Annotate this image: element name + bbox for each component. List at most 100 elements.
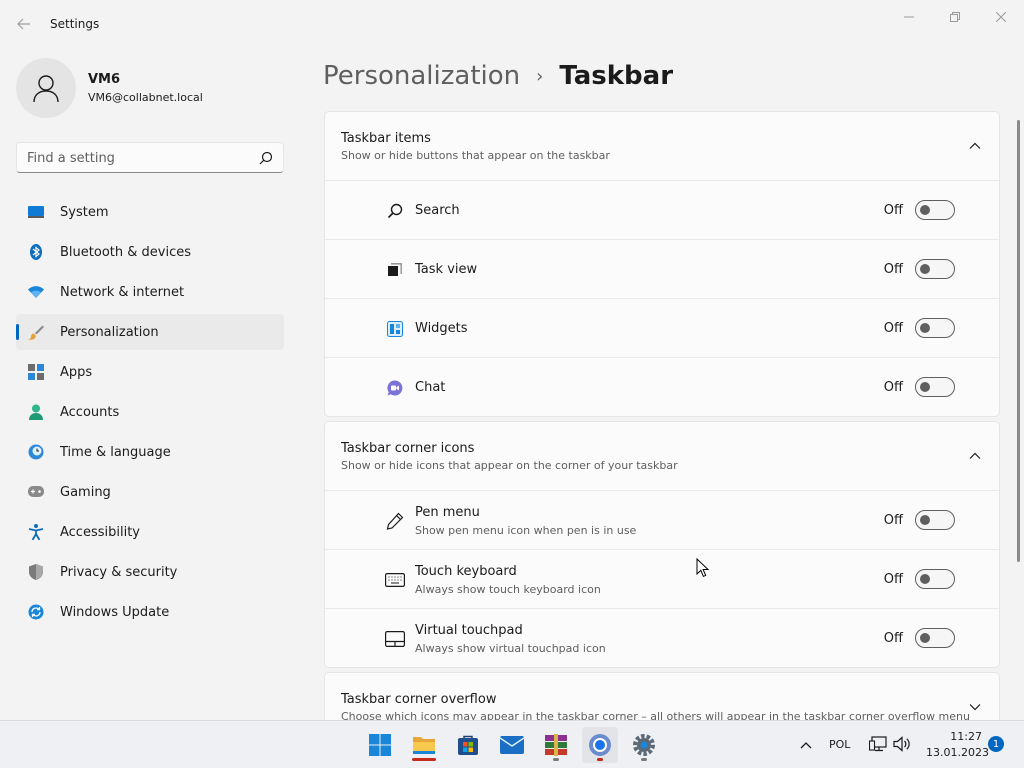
toggle-knob (920, 205, 930, 215)
start-icon (369, 734, 391, 756)
pen-menu-toggle[interactable] (915, 510, 955, 530)
touchpad-icon (385, 629, 405, 649)
taskbar-corner-icons-section: Taskbar corner icons Show or hide icons … (324, 421, 1000, 668)
sidebar-item-label: Apps (60, 364, 93, 380)
clock-time[interactable]: 11:27 (930, 730, 982, 743)
minimize-icon (904, 16, 914, 18)
sidebar-item-windows-update[interactable]: Windows Update (16, 594, 284, 630)
toggle-knob (920, 633, 930, 643)
sidebar-item-accessibility[interactable]: Accessibility (16, 514, 284, 550)
keyboard-icon (385, 570, 405, 590)
taskbar-winrar[interactable] (538, 727, 574, 763)
sidebar-nav: System Bluetooth & devices Network & int… (16, 194, 284, 634)
input-language-indicator[interactable]: POL (829, 738, 850, 751)
restore-icon (950, 12, 960, 22)
setting-label: Virtual touchpad (415, 623, 523, 638)
setting-label: Touch keyboard (415, 564, 517, 579)
taskbar-file-explorer[interactable] (406, 727, 442, 763)
content-scrollbar[interactable] (1017, 120, 1020, 562)
file-explorer-icon (413, 737, 435, 754)
settings-icon (633, 734, 655, 756)
breadcrumb-parent-link[interactable]: Personalization (323, 61, 520, 91)
bluetooth-icon (28, 244, 44, 260)
show-hidden-icons-button[interactable] (796, 735, 816, 755)
sidebar-item-label: Network & internet (60, 284, 185, 300)
sidebar-item-bluetooth[interactable]: Bluetooth & devices (16, 234, 284, 270)
toggle-knob (920, 264, 930, 274)
search-icon (259, 151, 273, 165)
network-tray-button[interactable] (869, 735, 887, 753)
section-title: Taskbar items (341, 131, 431, 146)
sidebar-item-label: Windows Update (60, 604, 170, 620)
pen-icon (385, 511, 405, 531)
sidebar-item-time-language[interactable]: Time & language (16, 434, 284, 470)
mail-icon (500, 736, 524, 754)
back-arrow-icon (17, 18, 30, 30)
widgets-toggle[interactable] (915, 318, 955, 338)
sidebar-item-label: Time & language (60, 444, 171, 460)
sidebar-item-label: Bluetooth & devices (60, 244, 191, 260)
setting-row-task-view: Task view Off (325, 239, 999, 298)
toggle-knob (920, 323, 930, 333)
chat-icon (385, 378, 405, 398)
toggle-knob (920, 574, 930, 584)
system-icon (28, 204, 44, 220)
accounts-icon (28, 404, 44, 420)
search-box[interactable] (16, 142, 284, 173)
running-indicator (412, 758, 436, 761)
sidebar-item-label: Gaming (60, 484, 111, 500)
clock-globe-icon (28, 444, 44, 460)
breadcrumb: Personalization › Taskbar (323, 58, 673, 94)
virtual-touchpad-toggle[interactable] (915, 628, 955, 648)
search-input[interactable] (27, 149, 247, 167)
taskbar-chrome[interactable] (582, 727, 618, 763)
sidebar-item-personalization[interactable]: Personalization (16, 314, 284, 350)
setting-row-widgets: Widgets Off (325, 298, 999, 357)
sidebar-item-network[interactable]: Network & internet (16, 274, 284, 310)
volume-tray-button[interactable] (893, 735, 911, 753)
chevron-up-icon (969, 452, 981, 459)
setting-description: Show pen menu icon when pen is in use (415, 524, 637, 537)
toggle-knob (920, 515, 930, 525)
apps-icon (28, 364, 44, 380)
toggle-state-text: Off (883, 262, 903, 277)
sidebar-item-system[interactable]: System (16, 194, 284, 230)
setting-label: Task view (415, 262, 478, 277)
setting-row-touch-keyboard: Touch keyboard Always show touch keyboar… (325, 549, 999, 608)
taskbar: POL 11:27 13.01.2023 1 (0, 720, 1024, 768)
search-icon (385, 201, 405, 221)
minimize-button[interactable] (886, 6, 932, 28)
taskbar-items-header[interactable]: Taskbar items Show or hide buttons that … (325, 112, 999, 180)
touch-keyboard-toggle[interactable] (915, 569, 955, 589)
taskbar-start-button[interactable] (362, 727, 398, 763)
brush-icon (28, 324, 44, 340)
sidebar-item-gaming[interactable]: Gaming (16, 474, 284, 510)
close-button[interactable] (978, 6, 1024, 28)
task-view-toggle[interactable] (915, 259, 955, 279)
chat-toggle[interactable] (915, 377, 955, 397)
accessibility-icon (28, 524, 44, 540)
setting-description: Always show virtual touchpad icon (415, 642, 606, 655)
taskbar-items-section: Taskbar items Show or hide buttons that … (324, 111, 1000, 417)
taskbar-settings[interactable] (626, 727, 662, 763)
toggle-state-text: Off (883, 321, 903, 336)
avatar[interactable] (16, 58, 76, 118)
setting-row-virtual-touchpad: Virtual touchpad Always show virtual tou… (325, 608, 999, 667)
close-icon (996, 12, 1006, 22)
taskbar-corner-icons-header[interactable]: Taskbar corner icons Show or hide icons … (325, 422, 999, 490)
winrar-icon (545, 734, 567, 756)
sidebar-item-privacy[interactable]: Privacy & security (16, 554, 284, 590)
notification-badge[interactable]: 1 (988, 736, 1004, 752)
clock-date[interactable]: 13.01.2023 (926, 746, 989, 759)
taskbar-corner-overflow-header[interactable]: Taskbar corner overflow Choose which ico… (325, 673, 999, 720)
sidebar-item-accounts[interactable]: Accounts (16, 394, 284, 430)
running-indicator (641, 758, 647, 761)
taskbar-store[interactable] (450, 727, 486, 763)
taskbar-mail[interactable] (494, 727, 530, 763)
maximize-button[interactable] (932, 6, 978, 28)
back-button[interactable] (12, 12, 36, 36)
sidebar-item-apps[interactable]: Apps (16, 354, 284, 390)
search-toggle[interactable] (915, 200, 955, 220)
chrome-icon (589, 734, 611, 756)
update-icon (28, 604, 44, 620)
